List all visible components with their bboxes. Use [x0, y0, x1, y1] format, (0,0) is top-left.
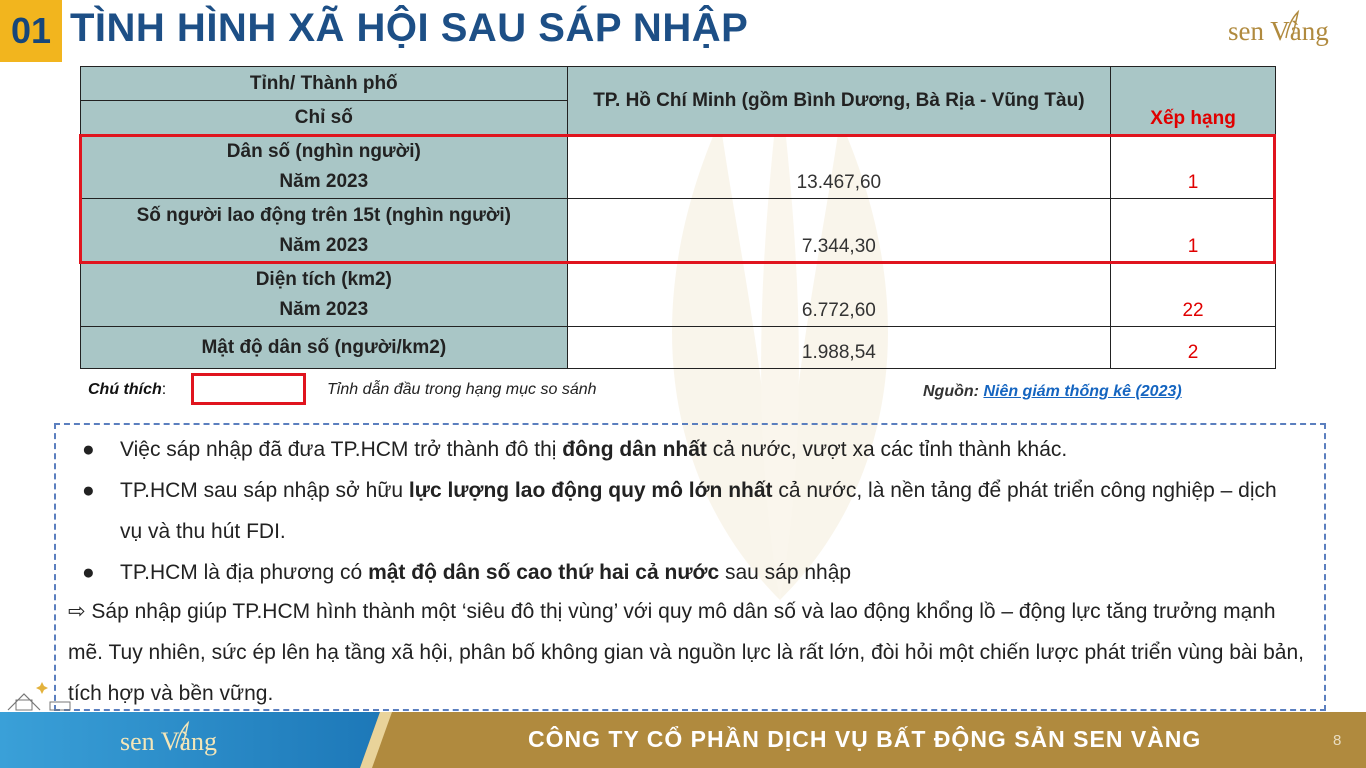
list-item: ● TP.HCM là địa phương có mật độ dân số c… — [82, 552, 1302, 593]
legend-label: Chú thích: — [88, 381, 167, 398]
row-value: 7.344,30 — [566, 198, 1112, 263]
conclusion-text: ⇨ Sáp nhập giúp TP.HCM hình thành một ‘s… — [68, 600, 1304, 705]
legend-swatch — [191, 373, 306, 405]
sen-vang-logo-icon: sen Vàng — [1228, 9, 1329, 46]
logo-top-text: sen Vàng — [1228, 16, 1329, 46]
section-number: 01 — [0, 0, 62, 62]
source-citation: Nguồn: Niên giám thống kê (2023) — [923, 383, 1182, 401]
list-item: ● TP.HCM sau sáp nhập sở hữu lực lượng la… — [82, 470, 1302, 552]
footer-bar: sen Vàng CÔNG TY CỔ PHẦN DỊCH VỤ BẤT ĐỘN… — [0, 712, 1366, 768]
header-indicator-label: Chỉ số — [80, 100, 568, 135]
row-rank: 2 — [1110, 326, 1276, 369]
bullet-icon: ● — [82, 561, 95, 584]
row-rank: 1 — [1110, 134, 1276, 199]
header-rank: Xếp hạng — [1110, 66, 1276, 135]
summary-bullets: ● Việc sáp nhập đã đưa TP.HCM trở thành đ… — [82, 429, 1302, 593]
table-row: Dân số (nghìn người) Năm 2023 13.467,60 1 — [80, 134, 1276, 199]
sen-vang-footer-logo-icon: sen Vàng — [120, 720, 217, 756]
row-value: 13.467,60 — [566, 134, 1112, 199]
table-row: Mật độ dân số (người/km2) 1.988,54 2 — [80, 326, 1276, 369]
company-name: CÔNG TY CỔ PHẦN DỊCH VỤ BẤT ĐỘNG SẢN SEN… — [528, 726, 1202, 752]
header-province-label: Tỉnh/ Thành phố — [80, 66, 568, 101]
table-row: Diện tích (km2) Năm 2023 6.772,60 22 — [80, 262, 1276, 327]
list-item: ● Việc sáp nhập đã đưa TP.HCM trở thành đ… — [82, 429, 1302, 470]
table-row: Số người lao động trên 15t (nghìn người)… — [80, 198, 1276, 263]
source-label: Nguồn: — [923, 383, 979, 400]
summary-box: ● Việc sáp nhập đã đưa TP.HCM trở thành đ… — [54, 423, 1326, 711]
bullet-icon: ● — [82, 438, 95, 461]
row-value: 6.772,60 — [566, 262, 1112, 327]
legend-text: Tỉnh dẫn đầu trong hạng mục so sánh — [327, 381, 597, 398]
page-title: TÌNH HÌNH XÃ HỘI SAU SÁP NHẬP — [70, 6, 749, 50]
logo-bottom-text: sen Vàng — [120, 727, 217, 756]
row-label: Mật độ dân số (người/km2) — [80, 326, 568, 369]
row-label: Diện tích (km2) Năm 2023 — [80, 262, 568, 327]
house-icon — [7, 682, 71, 711]
row-label: Dân số (nghìn người) Năm 2023 — [80, 134, 568, 199]
row-rank: 1 — [1110, 198, 1276, 263]
bullet-icon: ● — [82, 479, 95, 502]
row-rank: 22 — [1110, 262, 1276, 327]
statistics-table: Tỉnh/ Thành phố TP. Hồ Chí Minh (gồm Bìn… — [80, 66, 1276, 369]
source-link[interactable]: Niên giám thống kê (2023) — [983, 383, 1181, 400]
row-value: 1.988,54 — [566, 326, 1112, 369]
header-region: TP. Hồ Chí Minh (gồm Bình Dương, Bà Rịa … — [566, 66, 1112, 135]
page-number: 8 — [1333, 732, 1342, 749]
row-label: Số người lao động trên 15t (nghìn người)… — [80, 198, 568, 263]
